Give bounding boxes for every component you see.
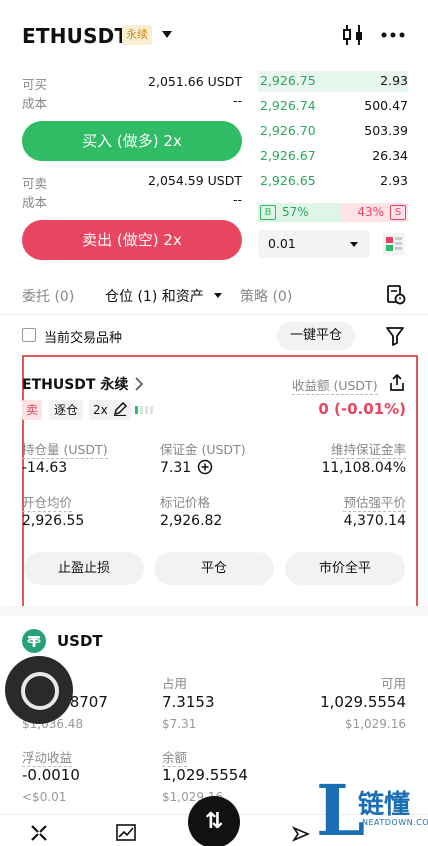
leverage-value: 2x: [93, 403, 108, 417]
bid-qty: 503.39: [364, 123, 408, 138]
buy-long-button[interactable]: 买入 (做多) 2x: [22, 121, 242, 161]
trade-toggle-button[interactable]: ⇅: [188, 796, 240, 846]
buy-sell-ratio-bar: B 57% 43% S: [258, 203, 408, 222]
candlestick-icon[interactable]: [340, 22, 366, 48]
available-usd: $1,029.16: [344, 717, 406, 731]
more-icon[interactable]: [380, 22, 406, 48]
bid-price: 2,926.65: [260, 173, 316, 188]
chart-icon[interactable]: [116, 824, 136, 842]
position-symbol[interactable]: ETHUSDT 永续: [22, 374, 128, 394]
sellable-label: 可卖: [22, 176, 48, 191]
current-symbol-label: 当前交易品种: [44, 331, 123, 346]
close-position-button[interactable]: 平仓: [154, 552, 274, 585]
tp-sl-button[interactable]: 止盈止损: [24, 552, 144, 585]
entry-price-label: 开仓均价: [22, 492, 73, 512]
liquidation-price-value: 4,370.14: [343, 513, 406, 529]
bid-price: 2,926.67: [260, 148, 316, 163]
cost-value: --: [232, 93, 242, 108]
bid-qty: 26.34: [372, 148, 408, 163]
share-icon[interactable]: [389, 374, 405, 392]
floating-pnl-usd: <$0.01: [22, 790, 67, 804]
tab-dropdown-icon[interactable]: [214, 293, 222, 298]
perpetual-badge: 永续: [122, 25, 152, 45]
precision-select[interactable]: 0.01: [258, 230, 370, 258]
tab-orders[interactable]: 委托 (0): [22, 286, 74, 306]
symbol-title[interactable]: ETHUSDT: [22, 24, 128, 48]
history-icon[interactable]: [386, 285, 406, 305]
orderbook-bid-row[interactable]: 2,926.67 26.34: [258, 144, 408, 169]
bid-price: 2,926.74: [260, 98, 316, 113]
sell-ratio-tag: S: [390, 205, 406, 220]
watermark-logo-text: 链懂: [358, 790, 411, 820]
sell-ratio-percent: 43%: [357, 205, 384, 219]
mark-price-value: 2,926.82: [160, 513, 223, 529]
cost-label: 成本: [22, 96, 48, 111]
precision-value: 0.01: [268, 236, 296, 251]
maintenance-margin-label: 维持保证金率: [330, 439, 406, 459]
balance-value: 1,029.5554: [162, 766, 248, 784]
bid-price: 2,926.70: [260, 123, 316, 138]
bid-qty: 500.47: [364, 98, 408, 113]
used-usd: $7.31: [162, 717, 197, 731]
bid-qty: 2.93: [380, 73, 408, 88]
cost-value: --: [232, 192, 242, 207]
mark-price-label: 标记价格: [160, 495, 211, 510]
filter-icon[interactable]: [386, 326, 404, 346]
margin-value: 7.31: [160, 460, 192, 476]
bid-qty: 2.93: [380, 173, 408, 188]
balance-label: 余额: [162, 747, 188, 767]
liquidation-price-label: 预估强平价: [343, 492, 406, 512]
asset-name: USDT: [57, 632, 103, 650]
buy-ratio-percent: 57%: [282, 205, 309, 219]
orderbook-layout-icon[interactable]: [382, 232, 406, 256]
available-label: 可用: [380, 676, 406, 691]
assistive-touch-button[interactable]: [5, 656, 73, 724]
cost-label: 成本: [22, 195, 48, 210]
current-symbol-checkbox[interactable]: [22, 328, 36, 342]
tab-strategies[interactable]: 策略 (0): [240, 286, 292, 306]
symbol-dropdown-icon[interactable]: [162, 31, 172, 38]
sell-short-button[interactable]: 卖出 (做空) 2x: [22, 220, 242, 260]
used-label: 占用: [162, 676, 188, 691]
buy-ratio-tag: B: [260, 205, 276, 220]
available-value: 1,029.5554: [320, 693, 406, 711]
sellable-amount: 2,054.59 USDT: [148, 173, 242, 188]
floating-pnl-label: 浮动收益: [22, 747, 73, 767]
edit-icon[interactable]: [113, 402, 127, 416]
entry-price-value: 2,926.55: [22, 513, 85, 529]
discover-icon[interactable]: [292, 826, 310, 842]
orderbook-bid-row[interactable]: 2,926.70 503.39: [258, 119, 408, 144]
add-margin-icon[interactable]: [197, 459, 213, 475]
market-close-all-button[interactable]: 市价全平: [285, 552, 405, 585]
orderbook-bid-row[interactable]: 2,926.74 500.47: [258, 94, 408, 119]
close-all-button[interactable]: 一键平仓: [277, 322, 355, 350]
tabs-divider: [0, 314, 428, 315]
tab-positions-assets[interactable]: 仓位 (1) 和资产: [105, 286, 204, 306]
watermark-logo-url: NEATDOWN.COM: [362, 818, 428, 827]
markets-icon[interactable]: [30, 824, 48, 842]
usdt-icon: [22, 629, 46, 653]
signal-bars-icon: [135, 406, 153, 414]
pnl-value: 0 (-0.01%): [318, 400, 406, 418]
orderbook-bid-row[interactable]: 2,926.65 2.93: [258, 169, 408, 194]
chevron-down-icon: [350, 242, 358, 247]
bid-price: 2,926.75: [260, 73, 316, 88]
side-tag: 卖: [22, 400, 42, 420]
used-value: 7.3153: [162, 693, 215, 711]
orderbook-bid-row[interactable]: 2,926.75 2.93: [258, 69, 408, 94]
holding-label: 持仓量 (USDT): [22, 439, 108, 459]
holding-value: -14.63: [22, 460, 68, 476]
pnl-label: 收益额 (USDT): [292, 375, 378, 395]
margin-mode-tag: 逐仓: [49, 400, 83, 420]
maintenance-margin-value: 11,108.04%: [321, 460, 406, 476]
margin-label: 保证金 (USDT): [160, 442, 246, 457]
buyable-label: 可买: [22, 77, 48, 92]
chevron-right-icon[interactable]: [134, 377, 144, 391]
floating-pnl-value: -0.0010: [22, 766, 80, 784]
section-divider: [0, 606, 428, 616]
buyable-amount: 2,051.66 USDT: [148, 74, 242, 89]
